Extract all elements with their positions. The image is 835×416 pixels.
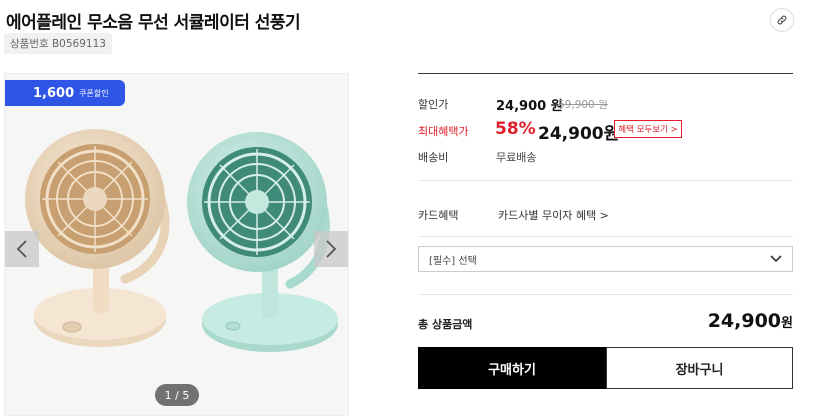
divider	[418, 180, 793, 181]
chevron-down-icon	[770, 255, 782, 263]
total-price: 24,900원	[708, 310, 793, 332]
divider	[418, 294, 793, 295]
coupon-amount: 1,600	[33, 85, 75, 101]
discount-percent: 58%	[495, 119, 536, 139]
sale-price-label: 할인가	[418, 98, 449, 111]
total-price-amount: 24,900	[707, 310, 782, 332]
shipping-value: 무료배송	[496, 151, 537, 164]
prev-image-button[interactable]	[5, 231, 39, 267]
view-all-benefits-button[interactable]: 혜택 모두보기 >	[614, 120, 682, 138]
option-select[interactable]: [필수] 선택	[418, 246, 793, 272]
product-title: 에어플레인 무소음 무선 서큘레이터 선풍기	[6, 13, 301, 33]
coupon-label: 쿠폰할인	[79, 88, 109, 98]
card-benefit-label: 카드혜택	[418, 209, 459, 222]
max-benefit-label: 최대혜택가	[418, 125, 469, 138]
add-to-cart-button[interactable]: 장바구니	[606, 347, 793, 389]
sale-price: 24,900 원	[496, 99, 563, 114]
buy-button[interactable]: 구매하기	[418, 347, 606, 389]
beige-fan	[25, 129, 170, 347]
total-price-label: 총 상품금액	[418, 318, 473, 331]
shipping-label: 배송비	[418, 151, 449, 164]
option-select-value: [필수] 선택	[429, 255, 477, 267]
share-button[interactable]	[770, 8, 794, 32]
chevron-left-icon	[16, 240, 27, 258]
next-image-button[interactable]	[314, 231, 348, 267]
coupon-badge: 1,600 쿠폰할인	[5, 80, 125, 106]
divider	[418, 236, 793, 237]
chevron-right-icon	[326, 240, 337, 258]
max-benefit-price: 24,900원	[538, 124, 620, 144]
product-image	[25, 129, 338, 352]
image-pager: 1 / 5	[155, 384, 199, 406]
original-price: 59,900 원	[558, 99, 608, 111]
link-icon	[777, 15, 787, 25]
info-top-divider	[418, 73, 793, 74]
total-price-unit: 원	[781, 316, 793, 331]
product-code: 상품번호 B0569113	[4, 33, 112, 54]
card-installment-link[interactable]: 카드사별 무이자 혜택 >	[498, 207, 609, 223]
product-image-gallery[interactable]: 1,600 쿠폰할인 1 / 5	[4, 73, 349, 416]
